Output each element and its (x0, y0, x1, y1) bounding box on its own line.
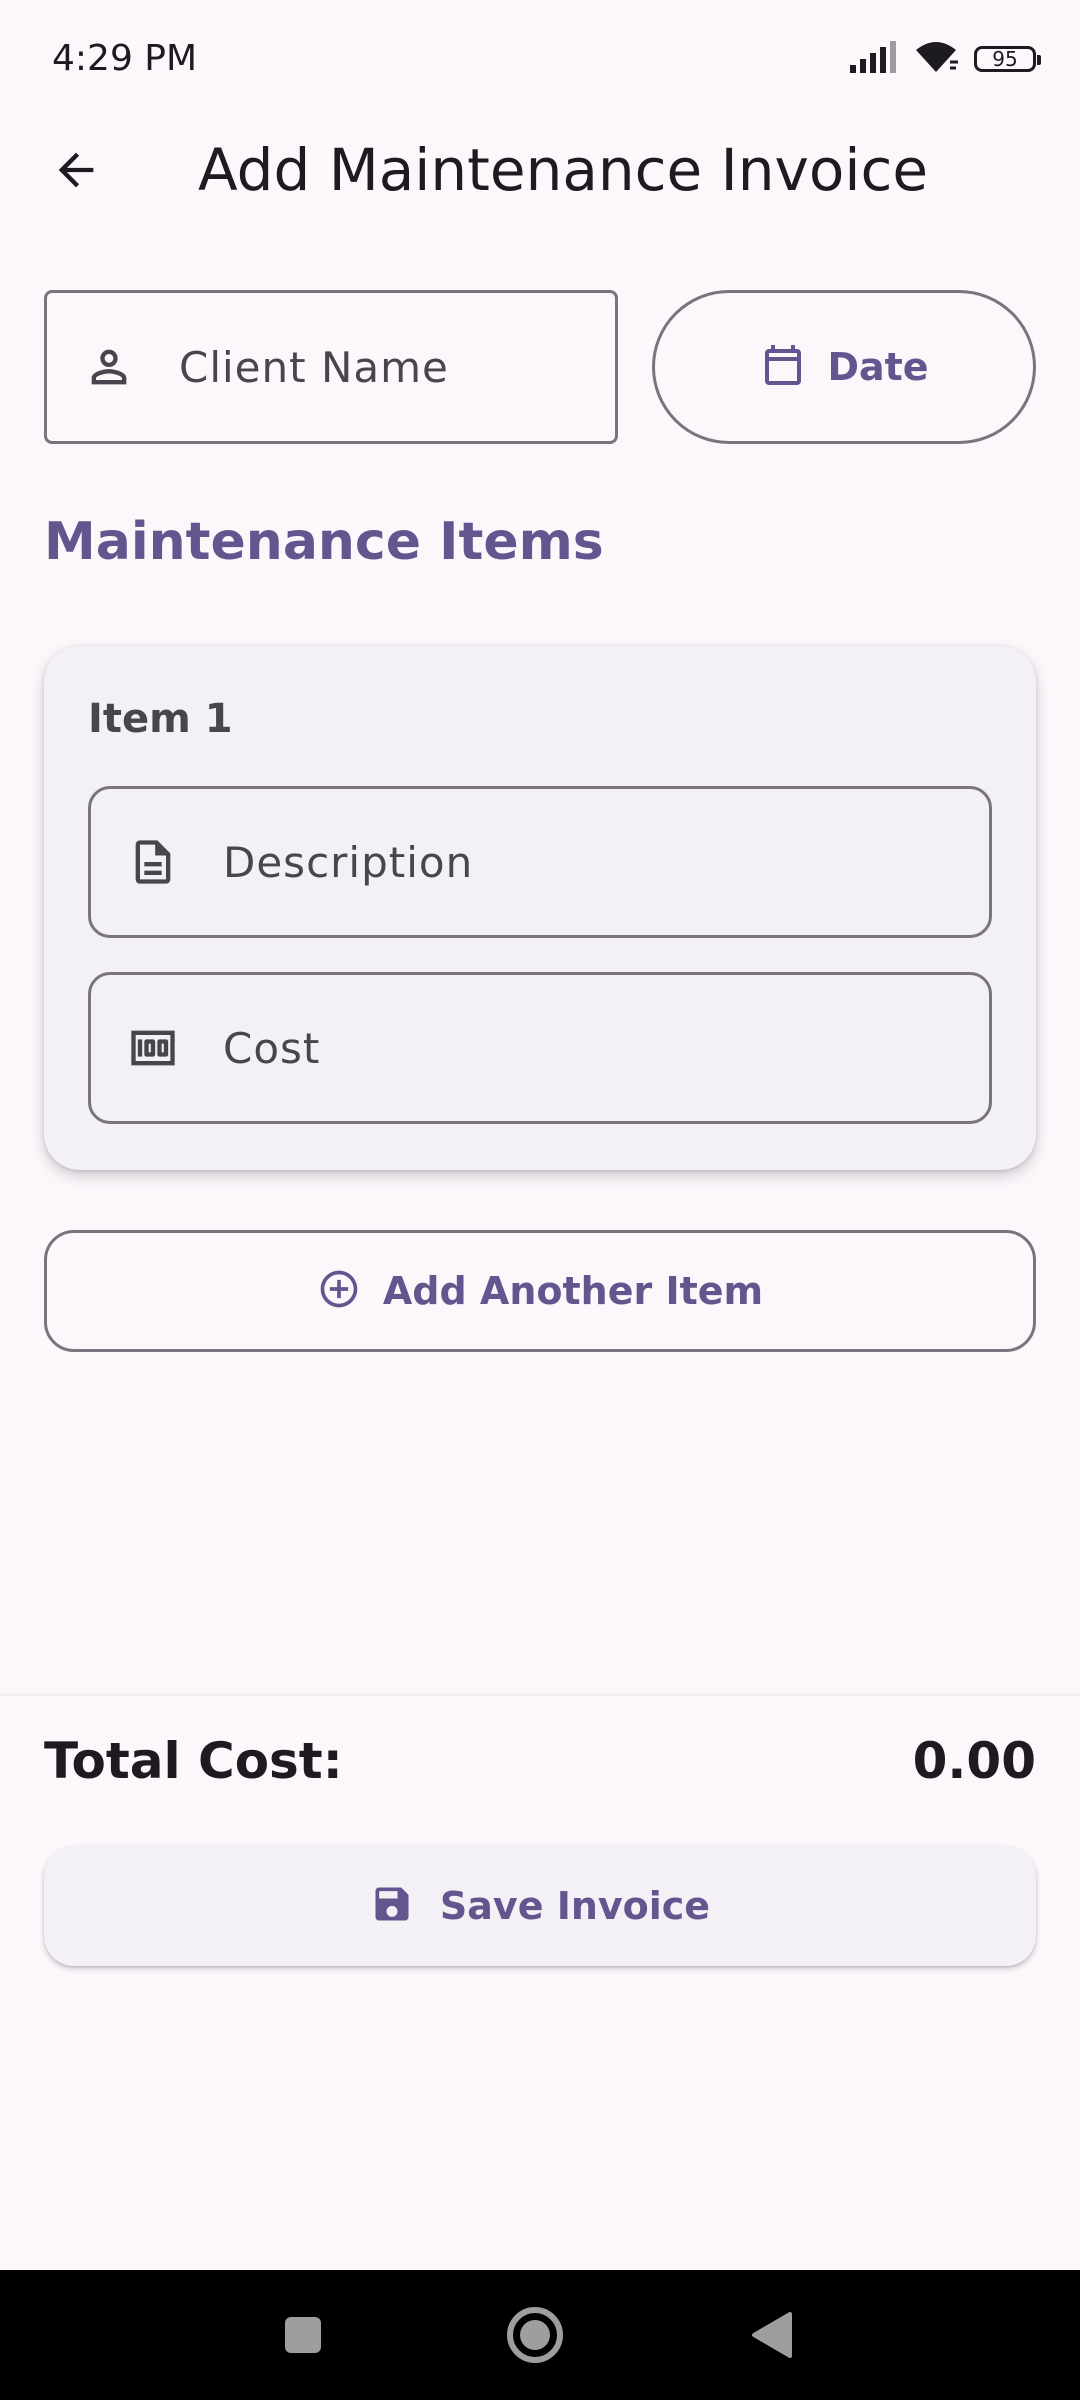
status-bar: 4:29 PM 95 (0, 0, 1080, 120)
screen: 4:29 PM 95 Add Maintenance Invoice Clien… (0, 0, 1080, 2400)
description-field[interactable]: Description (88, 786, 992, 938)
signal-icon (848, 41, 898, 77)
person-icon (83, 341, 135, 393)
back-nav-button[interactable] (736, 2300, 806, 2370)
item-card: Item 1 Description Cost (44, 646, 1036, 1170)
square-icon (285, 2317, 321, 2353)
cost-field[interactable]: Cost (88, 972, 992, 1124)
back-button[interactable] (44, 138, 108, 202)
section-title: Maintenance Items (44, 512, 604, 572)
calendar-icon (759, 341, 807, 393)
date-label: Date (827, 345, 929, 389)
battery-icon: 95 (974, 46, 1041, 72)
client-name-field[interactable]: Client Name (44, 290, 618, 444)
add-item-label: Add Another Item (382, 1269, 764, 1313)
total-value: 0.00 (912, 1732, 1036, 1790)
page-title: Add Maintenance Invoice (198, 136, 929, 204)
save-icon (370, 1882, 414, 1930)
home-button[interactable] (500, 2300, 570, 2370)
battery-level: 95 (992, 47, 1018, 71)
total-label: Total Cost: (44, 1732, 343, 1790)
add-item-button[interactable]: Add Another Item (44, 1230, 1036, 1352)
item-title: Item 1 (88, 696, 233, 742)
save-invoice-label: Save Invoice (439, 1884, 711, 1928)
recents-button[interactable] (268, 2300, 338, 2370)
client-name-placeholder: Client Name (179, 342, 449, 392)
document-icon (127, 836, 179, 888)
save-invoice-button[interactable]: Save Invoice (44, 1846, 1036, 1966)
bottom-panel: Total Cost: 0.00 Save Invoice (0, 1696, 1080, 2270)
money-icon (127, 1022, 179, 1074)
wifi-icon (912, 40, 960, 78)
system-nav-bar (0, 2270, 1080, 2400)
triangle-back-icon (752, 2312, 792, 2358)
date-button[interactable]: Date (652, 290, 1036, 444)
cost-placeholder: Cost (223, 1023, 321, 1073)
status-icons: 95 (848, 40, 1041, 78)
description-placeholder: Description (223, 837, 474, 887)
app-bar: Add Maintenance Invoice (0, 120, 1080, 220)
home-circle-icon (507, 2307, 563, 2363)
status-time: 4:29 PM (52, 38, 198, 79)
arrow-back-icon (58, 152, 94, 188)
add-circle-icon (317, 1267, 361, 1315)
